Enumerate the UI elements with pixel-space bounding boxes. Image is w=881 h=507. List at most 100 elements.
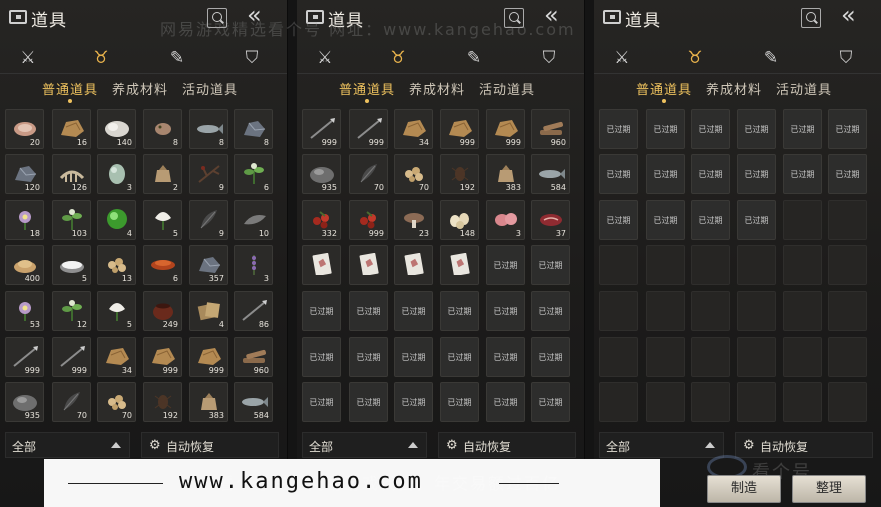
item-slot[interactable]: 已过期 <box>486 382 525 422</box>
item-slot[interactable]: 已过期 <box>737 154 776 194</box>
item-slot[interactable]: 999 <box>440 109 479 149</box>
item-slot[interactable]: 已过期 <box>599 154 638 194</box>
item-slot[interactable]: 9 <box>189 154 228 194</box>
item-slot[interactable]: 9 <box>189 200 228 240</box>
item-slot[interactable]: 3 <box>234 245 273 285</box>
filter-dropdown[interactable]: 全部 <box>599 432 724 458</box>
item-slot[interactable]: 999 <box>189 337 228 377</box>
subtab[interactable]: 养成材料 <box>409 79 465 98</box>
scroll-quill-icon[interactable]: ✎ <box>462 46 486 70</box>
item-slot[interactable]: 已过期 <box>737 109 776 149</box>
subtab[interactable]: 普通道具 <box>42 79 98 103</box>
item-slot[interactable]: 126 <box>52 154 91 194</box>
item-slot[interactable] <box>394 245 433 285</box>
crossed-swords-icon[interactable]: ⚔ <box>313 46 337 70</box>
item-slot[interactable]: 已过期 <box>691 200 730 240</box>
item-slot[interactable]: 已过期 <box>349 337 388 377</box>
auto-restore-toggle[interactable]: ⚙ 自动恢复 <box>735 432 873 458</box>
token-icon[interactable]: ⛉ <box>537 46 561 70</box>
item-slot[interactable]: 已过期 <box>349 382 388 422</box>
item-slot[interactable]: 已过期 <box>531 245 570 285</box>
filter-dropdown[interactable]: 全部 <box>5 432 130 458</box>
item-slot[interactable]: 已过期 <box>783 109 822 149</box>
item-slot[interactable]: 已过期 <box>646 200 685 240</box>
item-slot[interactable]: 999 <box>52 337 91 377</box>
token-icon[interactable]: ⛉ <box>834 46 858 70</box>
item-slot[interactable]: 8 <box>234 109 273 149</box>
item-slot[interactable]: 已过期 <box>394 337 433 377</box>
subtab[interactable]: 活动道具 <box>479 79 535 98</box>
item-slot[interactable]: 86 <box>234 291 273 331</box>
subtab[interactable]: 活动道具 <box>776 79 832 98</box>
item-slot[interactable]: 已过期 <box>691 109 730 149</box>
item-slot[interactable]: 已过期 <box>302 337 341 377</box>
item-slot[interactable] <box>440 245 479 285</box>
token-icon[interactable]: ⛉ <box>240 46 264 70</box>
item-slot[interactable]: 8 <box>143 109 182 149</box>
item-slot[interactable]: 20 <box>5 109 44 149</box>
item-slot[interactable]: 已过期 <box>737 200 776 240</box>
item-slot[interactable]: 已过期 <box>646 109 685 149</box>
item-slot[interactable]: 6 <box>143 245 182 285</box>
item-slot[interactable]: 已过期 <box>828 109 867 149</box>
item-slot[interactable] <box>349 245 388 285</box>
item-slot[interactable]: 5 <box>97 291 136 331</box>
item-slot[interactable]: 已过期 <box>440 291 479 331</box>
item-slot[interactable]: 已过期 <box>783 154 822 194</box>
item-slot[interactable]: 999 <box>349 200 388 240</box>
item-slot[interactable]: 935 <box>5 382 44 422</box>
item-slot[interactable]: 已过期 <box>486 245 525 285</box>
item-slot[interactable]: 3 <box>486 200 525 240</box>
item-slot[interactable]: 332 <box>302 200 341 240</box>
item-slot[interactable]: 10 <box>234 200 273 240</box>
item-slot[interactable]: 16 <box>52 109 91 149</box>
item-slot[interactable]: 999 <box>5 337 44 377</box>
money-bag-icon[interactable]: ♉ <box>683 46 707 70</box>
item-slot[interactable]: 960 <box>531 109 570 149</box>
crossed-swords-icon[interactable]: ⚔ <box>16 46 40 70</box>
subtab[interactable]: 养成材料 <box>706 79 762 98</box>
item-slot[interactable]: 148 <box>440 200 479 240</box>
item-slot[interactable]: 357 <box>189 245 228 285</box>
item-slot[interactable]: 3 <box>97 154 136 194</box>
item-slot[interactable]: 已过期 <box>394 291 433 331</box>
item-slot[interactable]: 已过期 <box>531 382 570 422</box>
item-slot[interactable]: 已过期 <box>486 291 525 331</box>
scroll-quill-icon[interactable]: ✎ <box>165 46 189 70</box>
subtab[interactable]: 养成材料 <box>112 79 168 98</box>
money-bag-icon[interactable]: ♉ <box>89 46 113 70</box>
item-slot[interactable]: 383 <box>486 154 525 194</box>
item-slot[interactable]: 34 <box>97 337 136 377</box>
item-slot[interactable]: 70 <box>97 382 136 422</box>
money-bag-icon[interactable]: ♉ <box>386 46 410 70</box>
item-slot[interactable]: 已过期 <box>486 337 525 377</box>
item-slot[interactable]: 4 <box>189 291 228 331</box>
item-slot[interactable]: 192 <box>440 154 479 194</box>
item-slot[interactable]: 已过期 <box>302 382 341 422</box>
item-slot[interactable]: 999 <box>302 109 341 149</box>
subtab[interactable]: 活动道具 <box>182 79 238 98</box>
item-slot[interactable]: 34 <box>394 109 433 149</box>
item-slot[interactable]: 已过期 <box>440 337 479 377</box>
item-slot[interactable]: 935 <box>302 154 341 194</box>
item-slot[interactable]: 已过期 <box>302 291 341 331</box>
item-slot[interactable]: 已过期 <box>531 337 570 377</box>
search-button[interactable] <box>801 8 821 28</box>
item-slot[interactable]: 已过期 <box>599 200 638 240</box>
item-slot[interactable]: 已过期 <box>440 382 479 422</box>
item-slot[interactable]: 23 <box>394 200 433 240</box>
item-slot[interactable]: 584 <box>531 154 570 194</box>
item-slot[interactable]: 37 <box>531 200 570 240</box>
item-slot[interactable]: 70 <box>52 382 91 422</box>
item-slot[interactable]: 已过期 <box>828 154 867 194</box>
item-slot[interactable]: 8 <box>189 109 228 149</box>
back-arrow-icon[interactable]: « <box>841 3 856 27</box>
item-slot[interactable]: 12 <box>52 291 91 331</box>
item-slot[interactable]: 70 <box>394 154 433 194</box>
item-slot[interactable]: 70 <box>349 154 388 194</box>
item-slot[interactable]: 已过期 <box>394 382 433 422</box>
item-slot[interactable]: 999 <box>349 109 388 149</box>
item-slot[interactable] <box>302 245 341 285</box>
sort-button[interactable]: 整理 <box>792 475 866 503</box>
auto-restore-toggle[interactable]: ⚙ 自动恢复 <box>438 432 576 458</box>
